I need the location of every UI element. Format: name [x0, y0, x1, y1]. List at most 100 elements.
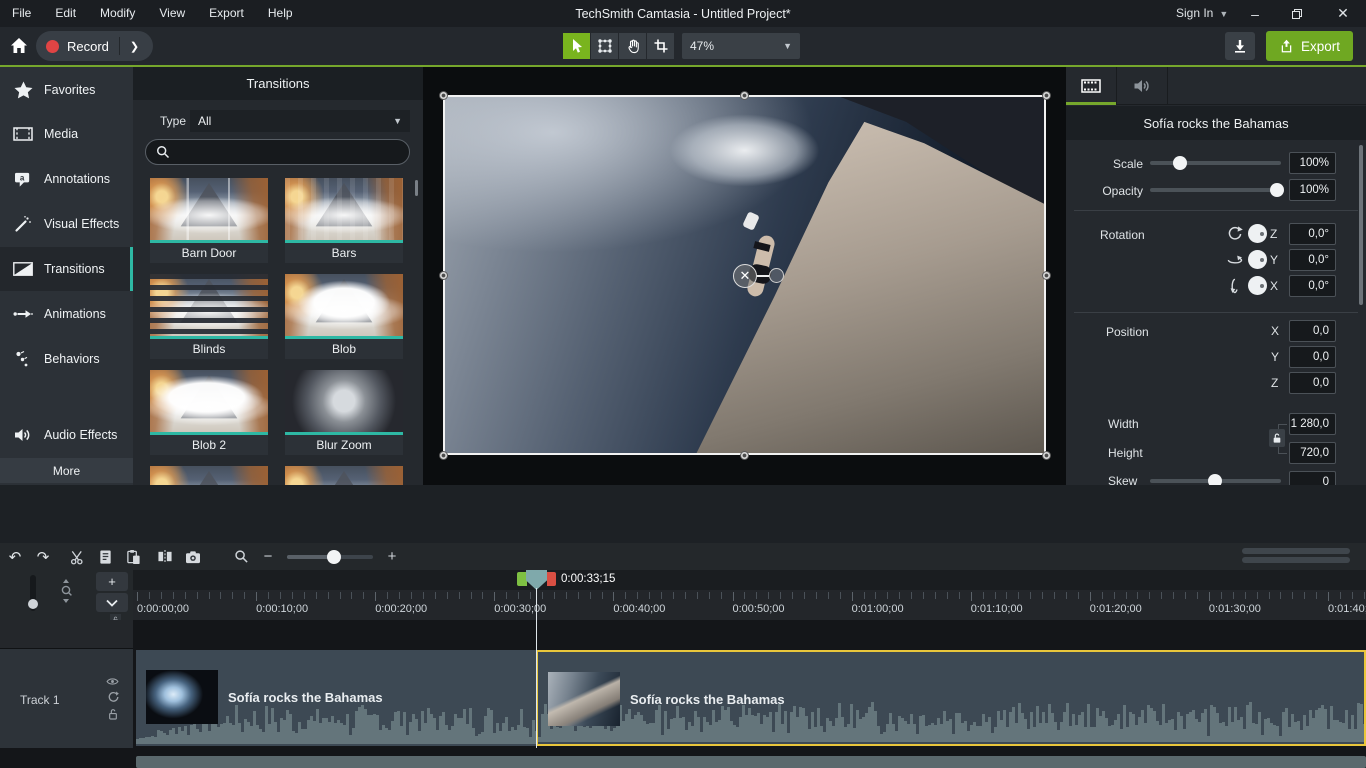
rotation-x-value[interactable]: 0,0° [1289, 275, 1336, 297]
lock-aspect-icon[interactable] [1269, 429, 1285, 447]
transition-blur-zoom[interactable]: Blur Zoom [285, 370, 403, 455]
canvas-zoom-dropdown[interactable]: 47% ▼ [682, 33, 800, 59]
selection-handle[interactable] [740, 91, 749, 100]
track-lock-icon[interactable] [108, 708, 118, 720]
home-button[interactable] [6, 32, 32, 60]
selection-anchor-control[interactable]: ✕ [733, 264, 757, 288]
sidebar-item-visual-effects[interactable]: Visual Effects [0, 202, 133, 246]
undo-button[interactable]: ↶ [2, 546, 28, 568]
type-dropdown[interactable]: All ▼ [190, 110, 410, 132]
transition-partial[interactable] [285, 466, 403, 485]
export-button[interactable]: Export [1266, 31, 1353, 61]
menu-edit[interactable]: Edit [43, 0, 88, 27]
selection-handle[interactable] [439, 451, 448, 460]
selection-handle[interactable] [439, 271, 448, 280]
width-value[interactable]: 1 280,0 [1289, 413, 1336, 435]
skew-value[interactable]: 0 [1289, 471, 1336, 485]
sidebar-item-transitions[interactable]: Transitions [0, 247, 133, 291]
sidebar-more-button[interactable]: More [0, 458, 133, 483]
selection-in-handle[interactable] [517, 572, 527, 586]
minimize-button[interactable]: – [1238, 0, 1272, 27]
tab-audio-properties[interactable] [1117, 67, 1168, 105]
rotation-y-value[interactable]: 0,0° [1289, 249, 1336, 271]
sidebar-item-audio-effects[interactable]: Audio Effects [0, 413, 133, 457]
rotation-z-knob[interactable] [1248, 224, 1267, 243]
cut-button[interactable] [64, 546, 90, 568]
select-tool-button[interactable] [563, 33, 590, 59]
selection-handle[interactable] [740, 451, 749, 460]
restore-button[interactable] [1280, 0, 1314, 27]
zoom-fit-icon[interactable] [58, 578, 74, 604]
rotate-x-icon[interactable] [1226, 277, 1244, 295]
transition-bars[interactable]: Bars [285, 178, 403, 263]
timeline-resize-grip[interactable] [1242, 548, 1350, 566]
download-button[interactable] [1225, 32, 1255, 60]
menu-export[interactable]: Export [197, 0, 256, 27]
record-button[interactable]: Record ❯ [36, 31, 153, 61]
split-button[interactable] [152, 546, 178, 568]
sidebar-item-animations[interactable]: Animations [0, 292, 133, 336]
rotate-y-icon[interactable] [1226, 251, 1244, 269]
scale-value[interactable]: 100% [1289, 152, 1336, 174]
menu-help[interactable]: Help [256, 0, 305, 27]
search-box[interactable] [145, 139, 410, 165]
menu-view[interactable]: View [147, 0, 197, 27]
selection-rotate-handle[interactable] [769, 268, 784, 283]
menu-file[interactable]: File [0, 0, 43, 27]
scale-slider[interactable] [1150, 161, 1281, 165]
timeline-zoom-slider[interactable] [287, 555, 373, 559]
pan-tool-button[interactable] [619, 33, 646, 59]
search-input[interactable] [177, 145, 399, 159]
sidebar-item-behaviors[interactable]: Behaviors [0, 337, 133, 381]
track-loop-icon[interactable] [107, 691, 119, 703]
timeline-marker-strip[interactable] [133, 570, 1366, 590]
opacity-value[interactable]: 100% [1289, 179, 1336, 201]
paste-button[interactable] [120, 546, 146, 568]
skew-slider[interactable] [1150, 479, 1281, 483]
crop-tool-button[interactable] [647, 33, 674, 59]
transition-barn-door[interactable]: Barn Door [150, 178, 268, 263]
rotation-y-knob[interactable] [1248, 250, 1267, 269]
transitions-scrollbar[interactable] [415, 180, 418, 196]
transition-blob-2[interactable]: Blob 2 [150, 370, 268, 455]
selection-handle[interactable] [1042, 451, 1051, 460]
timeline-clip-2-selected[interactable]: Sofía rocks the Bahamas [536, 650, 1366, 746]
selection-handle[interactable] [1042, 271, 1051, 280]
selection-handle[interactable] [439, 91, 448, 100]
transition-blob[interactable]: Blob [285, 274, 403, 359]
record-options-chevron[interactable]: ❯ [120, 40, 149, 53]
sidebar-item-media[interactable]: Media [0, 112, 133, 156]
rotate-z-icon[interactable] [1226, 225, 1244, 243]
track-height-slider[interactable] [30, 575, 36, 611]
redo-button[interactable]: ↷ [30, 546, 56, 568]
playhead-line[interactable] [536, 588, 537, 748]
rotation-x-knob[interactable] [1248, 276, 1267, 295]
properties-scrollbar[interactable] [1359, 145, 1363, 305]
tab-visual-properties[interactable] [1066, 67, 1117, 105]
add-track-button[interactable]: + [96, 572, 128, 591]
height-value[interactable]: 720,0 [1289, 442, 1336, 464]
screenshot-button[interactable] [180, 546, 206, 568]
sidebar-item-annotations[interactable]: aAnnotations [0, 157, 133, 201]
zoom-in-button[interactable]: + [383, 548, 401, 565]
sidebar-item-favorites[interactable]: Favorites [0, 68, 133, 112]
collapse-tracks-button[interactable] [96, 593, 128, 612]
track-visibility-icon[interactable] [106, 677, 119, 686]
zoom-out-button[interactable]: − [259, 548, 277, 565]
position-x-value[interactable]: 0,0 [1289, 320, 1336, 342]
selection-handle[interactable] [1042, 91, 1051, 100]
timeline-ruler[interactable]: 0:00:00;000:00:10;000:00:20;000:00:30;00… [133, 590, 1366, 620]
position-z-value[interactable]: 0,0 [1289, 372, 1336, 394]
rotation-z-value[interactable]: 0,0° [1289, 223, 1336, 245]
timeline-clip-1[interactable]: Sofía rocks the Bahamas [136, 650, 536, 746]
copy-button[interactable] [92, 546, 118, 568]
transition-blinds[interactable]: Blinds [150, 274, 268, 359]
opacity-slider[interactable] [1150, 188, 1281, 192]
transition-partial[interactable] [150, 466, 268, 485]
menu-modify[interactable]: Modify [88, 0, 147, 27]
edit-tool-button[interactable] [591, 33, 618, 59]
position-y-value[interactable]: 0,0 [1289, 346, 1336, 368]
sign-in-button[interactable]: Sign In▼ [1176, 0, 1228, 27]
close-button[interactable]: ✕ [1326, 0, 1360, 27]
timeline-horizontal-scrollbar[interactable] [136, 756, 1366, 768]
